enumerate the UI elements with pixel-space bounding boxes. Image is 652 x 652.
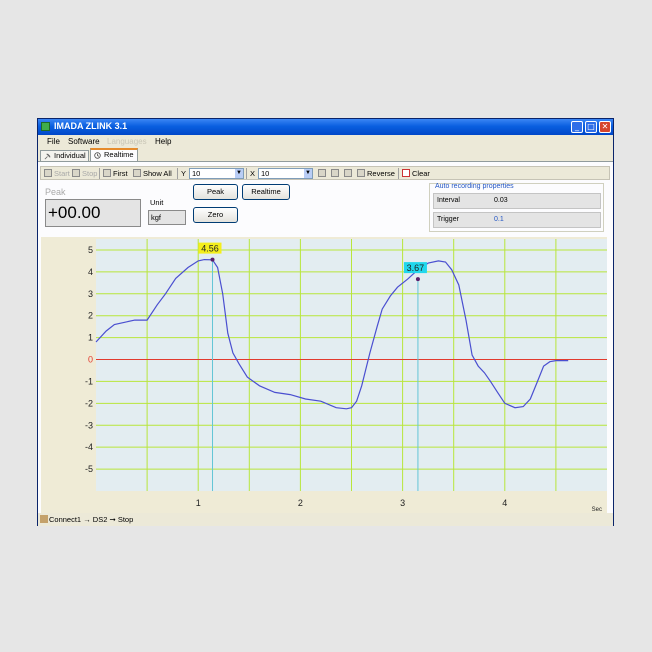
marker-label: 3.67 xyxy=(407,263,425,273)
show-all-label: Show All xyxy=(143,169,172,178)
marker-label: 4.56 xyxy=(201,244,219,254)
show-all-button[interactable]: Show All xyxy=(133,168,172,179)
pin-icon xyxy=(44,153,51,160)
first-icon xyxy=(103,169,111,177)
menu-bar: File Software Languages Help xyxy=(38,135,613,148)
realtime-panel: Start Stop First Show All Y 10 ▼ X 10 ▼ Re… xyxy=(38,161,613,513)
start-label: Start xyxy=(54,169,70,178)
x-tick-label: 1 xyxy=(196,498,201,508)
marker-point xyxy=(210,257,215,262)
clock-icon xyxy=(94,152,101,159)
tab-realtime-label: Realtime xyxy=(104,150,134,159)
auto-recording-panel: Auto recording properties Interval 0.03 … xyxy=(429,183,604,232)
unit-caption: Unit xyxy=(150,198,164,207)
connection-icon xyxy=(40,515,48,523)
zoom-in-icon xyxy=(318,169,326,177)
clear-button[interactable]: Clear xyxy=(402,168,430,179)
peak-caption: Peak xyxy=(45,187,66,197)
separator xyxy=(177,168,178,179)
zoom-out-button[interactable] xyxy=(331,168,341,179)
separator xyxy=(398,168,399,179)
maximize-button[interactable]: □ xyxy=(585,121,597,133)
reverse-button[interactable]: Reverse xyxy=(357,168,395,179)
menu-file[interactable]: File xyxy=(47,137,60,146)
y-tick-label: -1 xyxy=(85,376,93,386)
first-label: First xyxy=(113,169,128,178)
y-tick-label: 4 xyxy=(88,267,93,277)
y-tick-label: 1 xyxy=(88,333,93,343)
clear-icon xyxy=(402,169,410,177)
fit-button[interactable] xyxy=(344,168,354,179)
peak-display: +00.00 xyxy=(45,199,141,227)
trigger-row: Trigger 0.1 xyxy=(433,212,601,228)
interval-label: Interval xyxy=(437,197,460,204)
y-axis-label: Y xyxy=(181,169,187,178)
y-scale-select[interactable]: 10 ▼ xyxy=(189,168,244,179)
reverse-label: Reverse xyxy=(367,169,395,178)
toolbar: Start Stop First Show All Y 10 ▼ X 10 ▼ Re… xyxy=(40,166,610,180)
reverse-icon xyxy=(357,169,365,177)
y-tick-label: -5 xyxy=(85,464,93,474)
tab-individual[interactable]: Individual xyxy=(40,150,89,161)
tab-realtime[interactable]: Realtime xyxy=(90,148,138,161)
y-tick-label: -2 xyxy=(85,398,93,408)
zoom-in-button[interactable] xyxy=(318,168,328,179)
x-axis-label: X xyxy=(250,169,256,178)
separator xyxy=(99,168,100,179)
y-tick-label: 5 xyxy=(88,245,93,255)
chart-svg: 543210-1-2-3-4-51 2 3 4Sec4.563.67 xyxy=(41,237,607,513)
menu-languages[interactable]: Languages xyxy=(107,137,147,146)
zoom-out-icon xyxy=(331,169,339,177)
close-button[interactable]: ✕ xyxy=(599,121,611,133)
tab-strip: Individual Realtime xyxy=(38,148,613,161)
marker-point xyxy=(415,277,420,282)
chevron-down-icon: ▼ xyxy=(235,169,243,178)
auto-recording-title: Auto recording properties xyxy=(435,183,514,190)
chevron-down-icon: ▼ xyxy=(304,169,312,178)
minimize-button[interactable]: _ xyxy=(571,121,583,133)
y-tick-label: -4 xyxy=(85,442,93,452)
start-button[interactable]: Start xyxy=(44,168,70,179)
interval-value[interactable]: 0.03 xyxy=(494,194,508,208)
app-icon xyxy=(41,122,50,131)
title-bar[interactable]: IMADA ZLINK 3.1 _ □ ✕ xyxy=(38,119,613,135)
stop-label: Stop xyxy=(82,169,98,178)
y-tick-label: 3 xyxy=(88,289,93,299)
separator xyxy=(246,168,247,179)
first-button[interactable]: First xyxy=(103,168,128,179)
trigger-label: Trigger xyxy=(437,216,459,223)
y-tick-label: -3 xyxy=(85,420,93,430)
stop-button[interactable]: Stop xyxy=(72,168,97,179)
menu-software[interactable]: Software xyxy=(68,137,100,146)
x-scale-select[interactable]: 10 ▼ xyxy=(258,168,313,179)
menu-help[interactable]: Help xyxy=(155,137,171,146)
fit-icon xyxy=(344,169,352,177)
x-scale-value: 10 xyxy=(261,169,270,178)
x-tick-label: 3 xyxy=(400,498,405,508)
app-window: IMADA ZLINK 3.1 _ □ ✕ File Software Lang… xyxy=(37,118,614,526)
clear-label: Clear xyxy=(412,169,430,178)
peak-button[interactable]: Peak xyxy=(193,184,238,200)
window-title: IMADA ZLINK 3.1 xyxy=(54,121,128,131)
trigger-value[interactable]: 0.1 xyxy=(494,213,504,227)
status-bar: Connect1 → DS2 ➞ Stop xyxy=(38,513,613,526)
stop-icon xyxy=(72,169,80,177)
show-all-icon xyxy=(133,169,141,177)
y-tick-label: 0 xyxy=(88,355,93,365)
interval-row: Interval 0.03 xyxy=(433,193,601,209)
force-chart[interactable]: 5 4 3 2 1 0 -1 -2 -3 -4 -5 1 2 3 4 Sec 4.56 3.67 xyxy=(41,237,607,513)
status-text: Connect1 → DS2 ➞ Stop xyxy=(49,515,134,524)
play-icon xyxy=(44,169,52,177)
realtime-button[interactable]: Realtime xyxy=(242,184,290,200)
x-tick-label: 2 xyxy=(298,498,303,508)
zero-button[interactable]: Zero xyxy=(193,207,238,223)
unit-display: kgf xyxy=(148,210,186,225)
y-tick-label: 2 xyxy=(88,311,93,321)
x-tick-label: 4 xyxy=(502,498,507,508)
y-scale-value: 10 xyxy=(192,169,201,178)
tab-individual-label: Individual xyxy=(54,151,86,160)
